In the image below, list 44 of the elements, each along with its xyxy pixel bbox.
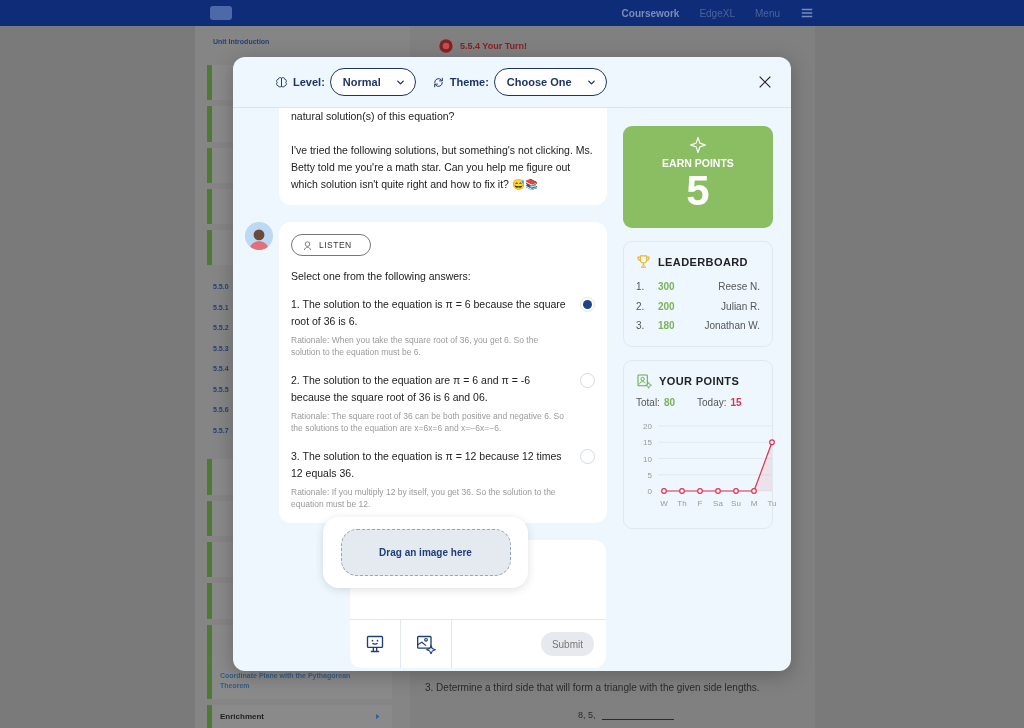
theme-label: Theme: <box>449 76 489 88</box>
section-title: Enrichment <box>220 711 264 721</box>
answer-text: 3. The solution to the equation is π = 12 because 12 times 12 equals 36. <box>291 449 563 481</box>
axis-label: Th <box>677 498 687 508</box>
today-value: 15 <box>730 396 742 408</box>
player-name: Julian R. <box>721 299 760 314</box>
player-name: Jonathan W. <box>704 319 760 333</box>
axis-label: W <box>660 498 668 508</box>
message-text: natural solution(s) of this equation? <box>291 109 456 124</box>
axis-label: F <box>697 498 703 508</box>
your-points-title: YOUR POINTS <box>659 374 740 387</box>
rationale-text: Rationale: If you multiply 12 by itself, you get 36. So the solution to the equation must be 12. <box>291 486 557 510</box>
earn-points-value: 5 <box>686 169 710 213</box>
lesson-title: 5.5.4 Your Turn! <box>460 41 527 51</box>
prompt-text: Select one from the following answers: <box>291 270 472 282</box>
today-label: Today: <box>697 396 727 408</box>
axis-label: 5 <box>647 470 652 480</box>
earn-points-label: EARN POINTS <box>662 157 734 169</box>
axis-label: Sa <box>713 498 723 508</box>
axis-label: 15 <box>643 437 652 447</box>
rank-text: 1. <box>636 280 646 294</box>
rank-text: 2. <box>636 299 646 314</box>
player-name: Reese N. <box>718 280 760 294</box>
axis-label: Tu <box>767 498 776 508</box>
axis-label: Su <box>731 498 741 508</box>
answer-text: 1. The solution to the equation is π = 6 because the square root of 36 is 6. <box>291 297 566 329</box>
total-label: Total: <box>636 396 660 408</box>
level-label: Level: <box>293 76 325 88</box>
total-value: 80 <box>663 396 676 408</box>
rationale-text: Rationale: The square root of 36 can be both positive and negative 6. So the solutions to the equation are x=6x=6 and x=−6x=−6. <box>291 410 565 434</box>
points-text: 300 <box>658 280 675 294</box>
axis-label: 10 <box>643 454 652 463</box>
answer-text: 2. The solution to the equation are π = 6 and π = -6 because the square root of 36 is 6 and 06. <box>291 373 532 405</box>
axis-label: 0 <box>647 486 652 496</box>
question-text: 3. Determine a third side that will form a triangle with the given side lengths. <box>425 682 760 693</box>
axis-label: M <box>750 498 758 508</box>
message-text: I've tried the following solutions, but something's not clicking. Ms. Betty told me you're a math star. Can you help me figure out which solution isn't quite right and how to fix it? 😅📚 <box>291 143 594 192</box>
rationale-text: Rationale: When you take the square root of 36, you get 6. So the solution to the equation must be 6. <box>291 334 540 358</box>
rank-text: 3. <box>636 319 646 333</box>
answer-label: 8, 5, <box>578 710 596 720</box>
points-text: 200 <box>658 299 675 314</box>
axis-label: 20 <box>643 421 652 431</box>
leaderboard-title: LEADERBOARD <box>658 255 748 268</box>
points-text: 180 <box>658 319 675 333</box>
